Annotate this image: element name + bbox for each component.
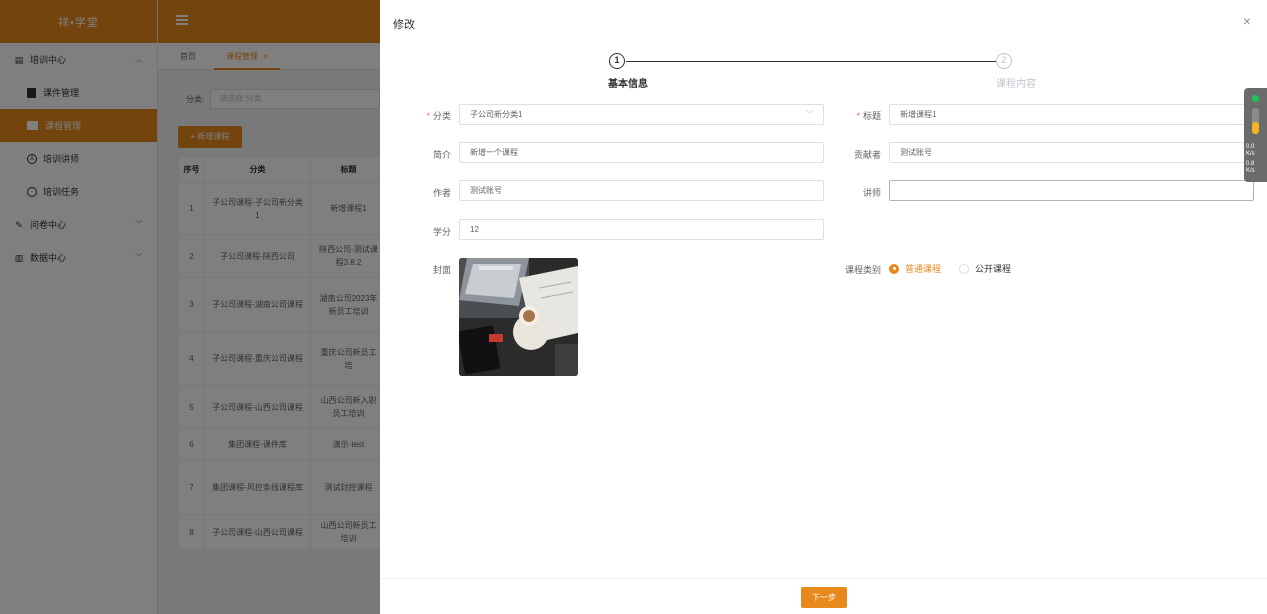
lecturer-label: 讲师	[862, 188, 881, 198]
course-type-radio-group: 普通课程 公开课程	[889, 262, 1029, 275]
intro-label: 简介	[432, 150, 451, 160]
cover-image[interactable]	[459, 258, 578, 376]
author-label: 作者	[432, 188, 451, 198]
radio-normal-course[interactable]	[889, 263, 899, 274]
lecturer-input[interactable]	[889, 180, 1254, 201]
drawer-title: 修改	[393, 19, 415, 31]
network-speed-widget[interactable]: 0.0 K/s 0.8 K/s	[1244, 88, 1267, 182]
radio-label-normal[interactable]: 普通课程	[905, 262, 941, 275]
title-input[interactable]: 新增课程1	[889, 104, 1267, 125]
close-icon[interactable]: ×	[1243, 14, 1251, 28]
category-label: * 分类	[426, 111, 451, 121]
memory-bar-icon	[1252, 108, 1259, 134]
cover-label: 封面	[432, 265, 451, 275]
cover-photo-illustration	[459, 258, 578, 376]
next-step-button[interactable]: 下一步	[801, 587, 847, 608]
course-type-label: 课程类别	[844, 265, 881, 275]
author-input[interactable]: 测试账号	[459, 180, 824, 201]
download-speed: 0.8 K/s	[1246, 161, 1255, 174]
radio-public-course[interactable]	[959, 263, 970, 274]
edit-drawer: 修改 × 1 2 基本信息 课程内容 * 分类 子公司新分类1 ﹀ * 标题 新增课…	[380, 0, 1267, 614]
category-select[interactable]: 子公司新分类1 ﹀	[459, 104, 824, 125]
step-2-number: 2	[996, 53, 1012, 69]
step-1-number: 1	[609, 53, 625, 69]
step-connector	[626, 61, 996, 62]
radio-label-public[interactable]: 公开课程	[975, 262, 1011, 275]
steps-indicator: 1 2 基本信息 课程内容	[380, 52, 1267, 92]
title-label: * 标题	[856, 111, 881, 121]
contributor-label: 贡献者	[853, 150, 881, 160]
step-2-label: 课程内容	[996, 79, 1036, 90]
credit-input[interactable]: 12	[459, 219, 824, 240]
chevron-down-icon: ﹀	[806, 110, 814, 119]
step-1-label: 基本信息	[608, 79, 648, 90]
contributor-input[interactable]: 测试账号	[889, 142, 1267, 163]
upload-speed: 0.0 K/s	[1246, 144, 1255, 157]
credit-label: 学分	[432, 227, 451, 237]
status-dot-icon	[1252, 95, 1259, 102]
drawer-footer: 下一步	[380, 578, 1267, 614]
intro-input[interactable]: 新增一个课程	[459, 142, 824, 163]
